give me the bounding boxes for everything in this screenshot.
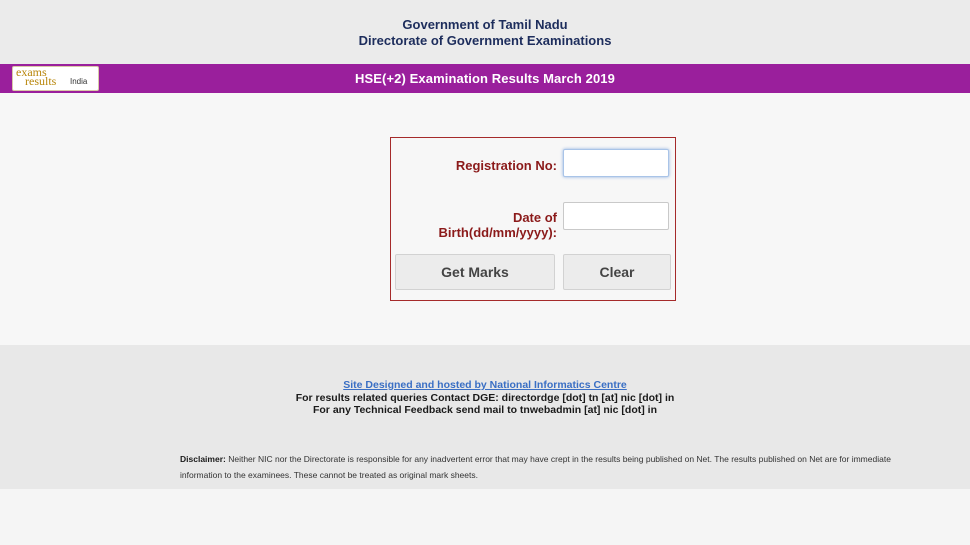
results-form: Registration No: Date of Birth(dd/mm/yyy…	[390, 137, 676, 301]
exam-results-title: HSE(+2) Examination Results March 2019	[355, 71, 615, 86]
date-of-birth-input[interactable]	[563, 202, 669, 230]
disclaimer-label: Disclaimer:	[180, 454, 226, 464]
registration-label: Registration No:	[455, 158, 557, 173]
registration-number-input[interactable]	[563, 149, 669, 177]
nic-link[interactable]: Site Designed and hosted by National Inf…	[0, 379, 970, 391]
clear-button[interactable]: Clear	[563, 254, 671, 290]
get-marks-button[interactable]: Get Marks	[395, 254, 555, 290]
disclaimer: Disclaimer: Neither NIC nor the Director…	[180, 451, 900, 483]
government-title: Government of Tamil Nadu	[402, 17, 568, 32]
page-header: Government of Tamil Nadu Directorate of …	[0, 0, 970, 64]
feedback-info: For any Technical Feedback send mail to …	[312, 404, 658, 416]
dob-label: Date of Birth(dd/mm/yyyy):	[438, 210, 557, 240]
directorate-title: Directorate of Government Examinations	[358, 33, 612, 48]
main-content: Registration No: Date of Birth(dd/mm/yyy…	[0, 93, 970, 345]
contact-info: For results related queries Contact DGE:…	[295, 392, 675, 404]
page-footer: Site Designed and hosted by National Inf…	[0, 345, 970, 489]
disclaimer-text: Neither NIC nor the Directorate is respo…	[180, 454, 891, 480]
title-banner: exams results India HSE(+2) Examination …	[0, 64, 970, 93]
page-bottom	[0, 489, 970, 545]
